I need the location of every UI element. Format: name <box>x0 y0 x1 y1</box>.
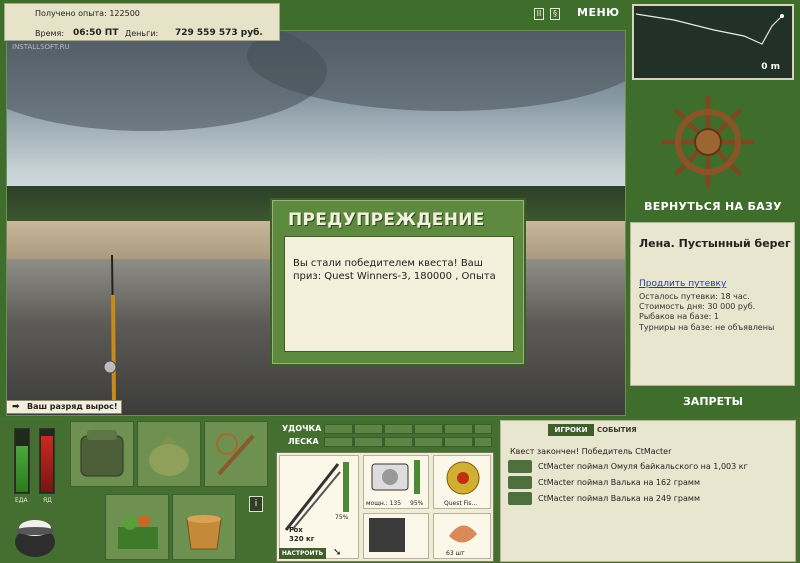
hook-slot[interactable] <box>363 513 429 559</box>
event-item: CtMacter поймал Омуля байкальского на 1,… <box>538 462 748 471</box>
reel-power: мощн.: 135 <box>366 500 402 507</box>
fish-icon <box>508 460 532 473</box>
line-label: ЛЕСКА <box>288 437 319 446</box>
dialog-message: Вы стали победителем квеста! Ваш приз: Q… <box>284 236 514 352</box>
poison-meter-fill <box>41 436 53 492</box>
time-value: 06:50 ПТ <box>73 28 119 38</box>
fish-icon <box>508 476 532 489</box>
remaining-time: Осталось путевки: 18 час. <box>639 292 750 301</box>
arrow-down-right-icon[interactable]: ➘ <box>333 547 341 558</box>
cooking-pot-icon[interactable] <box>10 512 60 560</box>
food-label: ЕДА <box>15 497 28 504</box>
event-item: CtMacter поймал Валька на 162 грамм <box>538 478 700 487</box>
groundbait-slot[interactable] <box>105 494 169 560</box>
dialog-title: ПРЕДУПРЕЖДЕНИЕ <box>288 210 485 230</box>
info-icon[interactable]: i <box>249 496 263 512</box>
arrow-right-icon: ➡ <box>12 402 20 412</box>
time-label: Время: <box>35 29 65 38</box>
pause-icon[interactable]: II <box>534 8 544 20</box>
rod-icon <box>284 463 341 531</box>
reel-wear-bar <box>414 460 420 494</box>
rank-notice[interactable]: ➡ Ваш разряд вырос! <box>6 400 122 414</box>
line-spool-icon <box>446 461 480 495</box>
sound-icon[interactable]: § <box>550 8 560 20</box>
bag-icon <box>149 436 189 476</box>
rod-wear-bar <box>343 462 349 512</box>
food-meter-fill <box>16 445 28 492</box>
money-label: Деньги: <box>125 29 159 38</box>
xp-label: Получено опыта: <box>35 9 107 18</box>
player-info-panel: Получено опыта: 122500 Время: 06:50 ПТ Д… <box>4 3 280 41</box>
bucket-slot[interactable] <box>172 494 236 560</box>
depth-map[interactable]: 0 m <box>632 4 794 80</box>
location-panel: Лена. Пустынный берег Продлить путевку О… <box>630 222 795 386</box>
extend-pass-link[interactable]: Продлить путевку <box>639 279 726 289</box>
money-value: 729 559 573 руб. <box>175 28 263 38</box>
poison-label: ЯД <box>43 497 52 504</box>
reel-percent: 95% <box>410 500 424 507</box>
vegetable-basket-icon <box>118 515 158 549</box>
bag-slot[interactable] <box>137 421 201 487</box>
rod-name: Fox <box>289 526 303 534</box>
backpack-icon <box>80 430 124 477</box>
tackle-panel: 75% Fox 320 кг мощн.: 135 95% Quest Fis.… <box>276 452 494 562</box>
hook-icon <box>369 518 405 552</box>
warning-dialog[interactable]: ПРЕДУПРЕЖДЕНИЕ Вы стали победителем квес… <box>270 198 526 366</box>
rod-label: УДОЧКА <box>282 424 322 433</box>
rod-slot[interactable]: 75% Fox 320 кг <box>279 455 359 559</box>
location-name: Лена. Пустынный берег <box>639 237 791 250</box>
watermark: INSTALLSOFT.RU <box>12 43 70 51</box>
rod-weight: 320 кг <box>289 535 315 543</box>
return-to-base-button[interactable]: ВЕРНУТЬСЯ НА БАЗУ <box>632 200 794 213</box>
rank-notice-text: Ваш разряд вырос! <box>27 402 118 411</box>
line-slot[interactable]: Quest Fis... <box>433 455 491 509</box>
event-item: CtMacter поймал Валька на 249 грамм <box>538 494 700 503</box>
bait-count: 63 шт <box>446 550 465 557</box>
line-name: Quest Fis... <box>444 500 478 507</box>
day-cost: Стоимость дня: 30 000 руб. <box>639 302 756 311</box>
landing-net-icon <box>216 433 255 476</box>
bans-button[interactable]: ЗАПРЕТЫ <box>632 395 794 408</box>
setup-button[interactable]: НАСТРОИТЬ <box>279 548 326 559</box>
net-slot[interactable] <box>204 421 268 487</box>
bait-slot[interactable]: 63 шт <box>433 513 491 559</box>
rod-tension-bar <box>324 424 492 434</box>
poison-meter <box>39 428 55 494</box>
reel-slot[interactable]: мощн.: 135 95% <box>363 455 429 509</box>
tournaments-status: Турниры на базе: не объявлены <box>639 323 775 332</box>
backpack-slot[interactable] <box>70 421 134 487</box>
tab-players[interactable]: ИГРОКИ <box>548 424 594 436</box>
rod-percent: 75% <box>335 514 349 521</box>
reel-icon <box>371 463 409 491</box>
fishing-rod-icon[interactable] <box>100 255 122 405</box>
menu-button[interactable]: МЕНЮ <box>577 6 620 19</box>
ship-wheel-icon[interactable] <box>660 94 756 190</box>
bucket-icon <box>186 515 222 550</box>
anglers-count: Рыбаков на базе: 1 <box>639 312 719 321</box>
line-tension-bar <box>324 437 492 447</box>
event-item: Квест закончен! Победитель CtMacter <box>510 447 672 456</box>
xp-value: 122500 <box>109 9 140 18</box>
food-meter <box>14 428 30 494</box>
events-panel <box>500 420 796 562</box>
depth-value: 0 m <box>761 62 780 72</box>
xp-text: Получено опыта: 122500 <box>35 9 140 18</box>
fish-icon <box>508 492 532 505</box>
bait-icon <box>449 525 477 543</box>
tab-events[interactable]: СОБЫТИЯ <box>597 424 637 436</box>
